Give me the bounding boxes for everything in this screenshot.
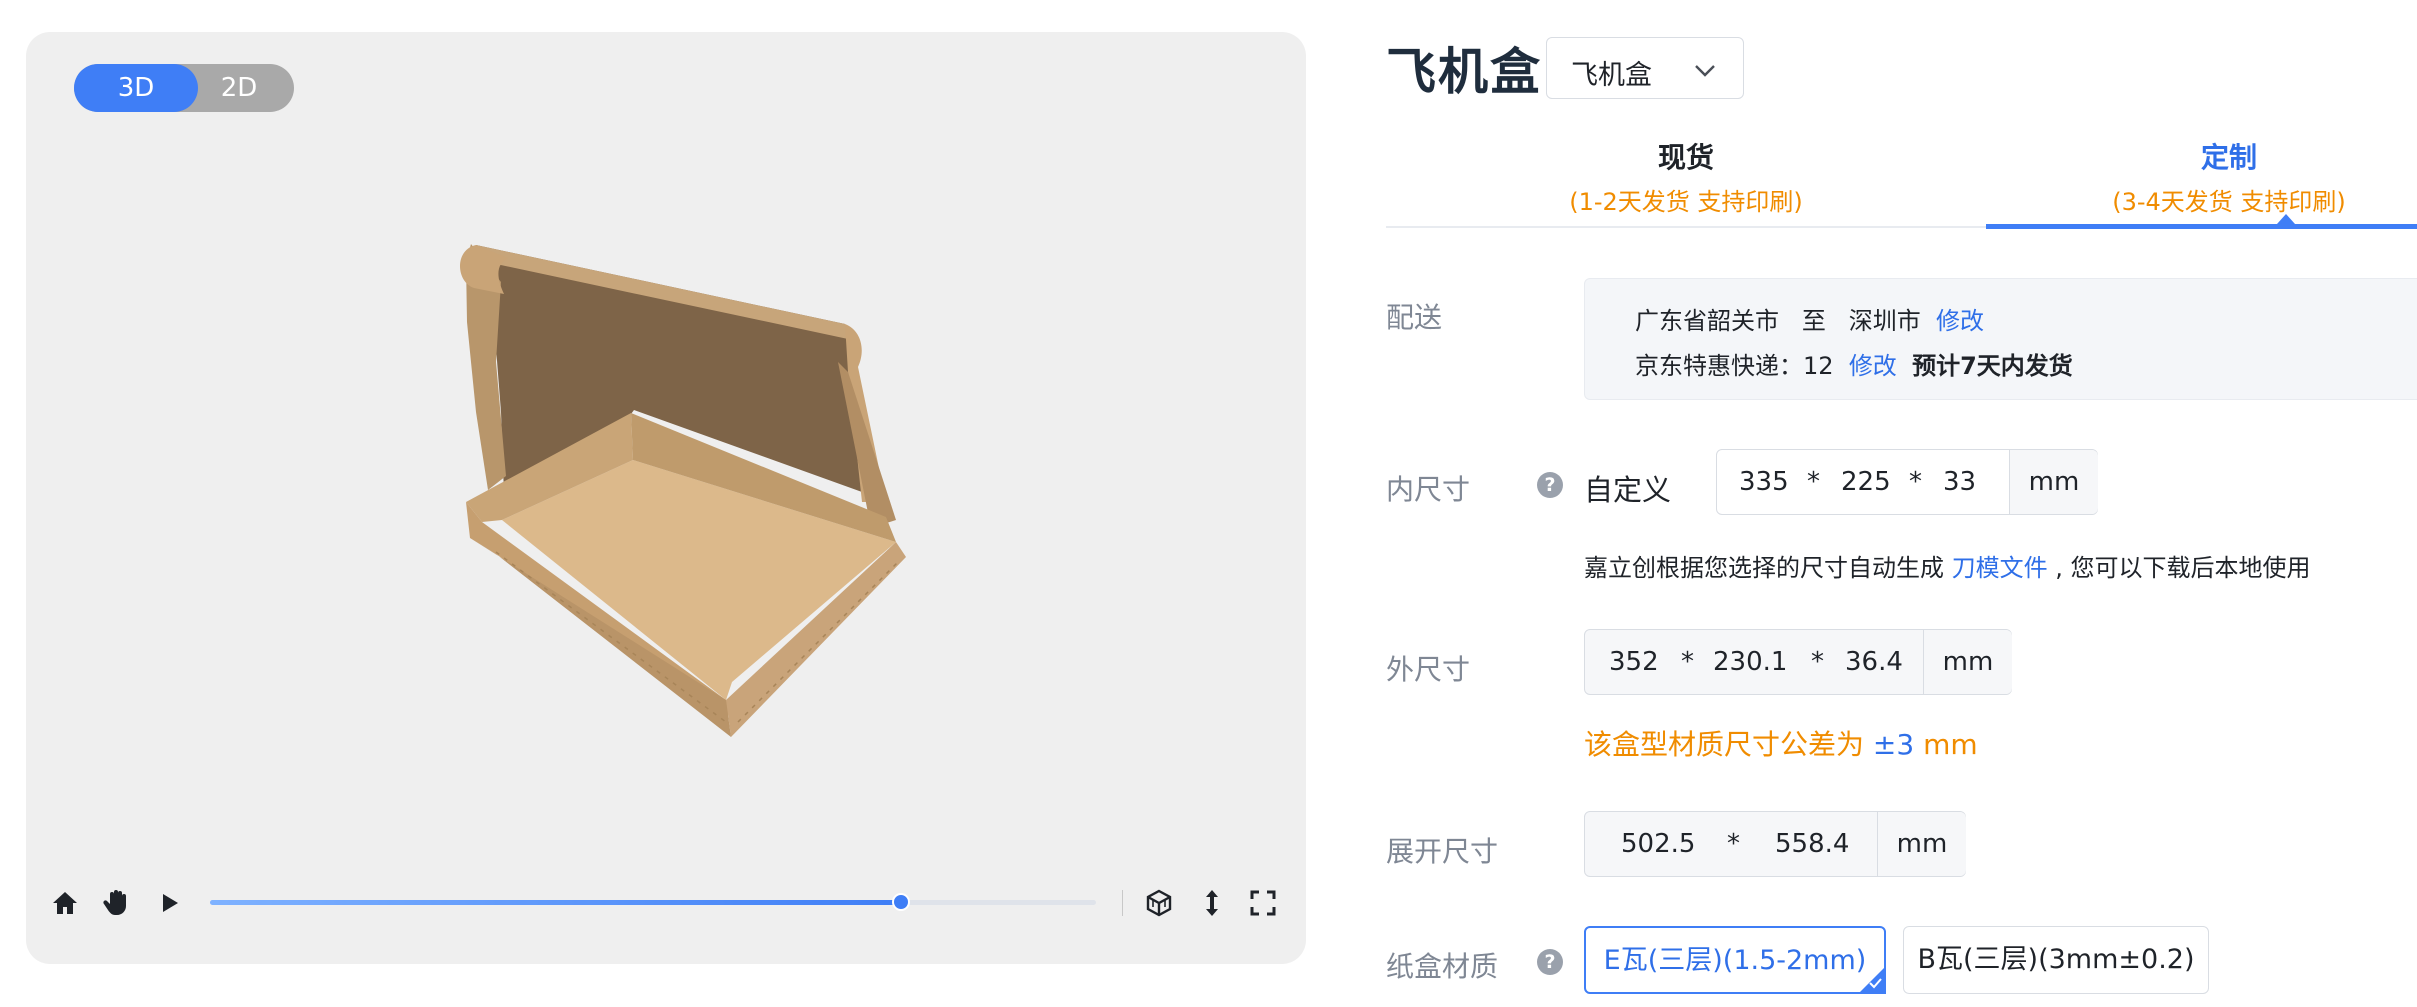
material-label: 纸盒材质 bbox=[1386, 950, 1499, 983]
unfold-width: 558.4 bbox=[1775, 829, 1850, 859]
die-cut-note-suffix: , 您可以下载后本地使用 bbox=[2055, 554, 2311, 582]
delivery-to: 深圳市 bbox=[1848, 307, 1921, 335]
product-type-select[interactable]: 飞机盒 bbox=[1546, 37, 1744, 99]
chevron-down-icon bbox=[1695, 65, 1715, 77]
inner-width-input[interactable]: 225 bbox=[1841, 450, 1891, 514]
outer-size-label: 外尺寸 bbox=[1386, 653, 1471, 686]
home-icon[interactable] bbox=[50, 888, 80, 918]
change-route-link[interactable]: 修改 bbox=[1936, 307, 1984, 335]
delivery-eta: 预计7天内发货 bbox=[1912, 352, 2073, 380]
delivery-info-box: 广东省韶关市 至 深圳市 修改 京东特惠快递：12 修改 预计7天内发货 bbox=[1584, 278, 2417, 400]
mailer-box-model[interactable] bbox=[26, 32, 1306, 882]
delivery-from: 广东省韶关市 bbox=[1635, 307, 1779, 335]
check-icon bbox=[1869, 978, 1882, 989]
outer-sep-2: * bbox=[1811, 647, 1824, 677]
tab-in-stock-title: 现货 bbox=[1657, 141, 1714, 174]
cube-icon[interactable] bbox=[1144, 888, 1174, 918]
inner-height-input[interactable]: 33 bbox=[1943, 450, 1976, 514]
unfold-length: 502.5 bbox=[1621, 829, 1696, 859]
tab-custom[interactable]: 定制 (3-4天发货 支持印刷) bbox=[1986, 132, 2417, 229]
unfold-size-label: 展开尺寸 bbox=[1386, 835, 1499, 868]
change-courier-link[interactable]: 修改 bbox=[1849, 352, 1897, 380]
delivery-label: 配送 bbox=[1386, 301, 1443, 334]
unfold-unit: mm bbox=[1877, 812, 1966, 876]
controls-divider bbox=[1122, 890, 1123, 916]
vertical-arrows-icon[interactable] bbox=[1197, 888, 1227, 918]
delivery-to-word: 至 bbox=[1801, 307, 1826, 335]
unfold-size-display: 502.5 * 558.4 mm bbox=[1584, 811, 1966, 877]
die-cut-note: 嘉立创根据您选择的尺寸自动生成 刀模文件 , 您可以下载后本地使用 bbox=[1584, 548, 2311, 583]
material-help-icon[interactable]: ? bbox=[1537, 949, 1563, 975]
outer-length: 352 bbox=[1609, 647, 1659, 677]
inner-size-label: 内尺寸 bbox=[1386, 473, 1471, 506]
timeline-handle[interactable] bbox=[892, 893, 911, 911]
delivery-route: 广东省韶关市 至 深圳市 修改 bbox=[1635, 301, 1984, 336]
active-tab-indicator bbox=[1986, 224, 2417, 229]
viewer-controls bbox=[26, 880, 1306, 924]
inner-sep-1: * bbox=[1807, 467, 1820, 497]
pan-hand-icon[interactable] bbox=[101, 888, 131, 918]
tolerance-note: 该盒型材质尺寸公差为 ±3 mm bbox=[1584, 723, 1978, 763]
order-type-tabs: 现货 (1-2天发货 支持印刷) 定制 (3-4天发货 支持印刷) bbox=[1386, 132, 2417, 229]
delivery-courier: 京东特惠快递：12 修改 预计7天内发货 bbox=[1635, 346, 2073, 381]
material-option-e-flute-label: E瓦(三层)(1.5-2mm) bbox=[1603, 945, 1867, 976]
material-option-b-flute[interactable]: B瓦(三层)(3mm±0.2) bbox=[1903, 926, 2209, 994]
inner-sep-2: * bbox=[1909, 467, 1922, 497]
inner-size-inputs: 335 * 225 * 33 mm bbox=[1716, 449, 2098, 515]
inner-size-help-icon[interactable]: ? bbox=[1537, 472, 1563, 498]
outer-unit: mm bbox=[1923, 630, 2012, 694]
play-icon[interactable] bbox=[154, 888, 184, 918]
inner-size-mode: 自定义 bbox=[1584, 473, 1672, 507]
outer-height: 36.4 bbox=[1845, 647, 1903, 677]
active-tab-caret bbox=[2277, 214, 2295, 224]
tolerance-unit: mm bbox=[1923, 728, 1978, 761]
tab-custom-title: 定制 bbox=[2200, 141, 2257, 174]
tab-custom-subtitle: (3-4天发货 支持印刷) bbox=[2112, 188, 2346, 216]
inner-length-input[interactable]: 335 bbox=[1739, 450, 1789, 514]
timeline-fill bbox=[210, 900, 902, 905]
tab-in-stock[interactable]: 现货 (1-2天发货 支持印刷) bbox=[1386, 132, 1986, 229]
die-cut-note-text: 嘉立创根据您选择的尺寸自动生成 bbox=[1584, 554, 1944, 582]
inner-unit: mm bbox=[2009, 450, 2098, 514]
product-select-value: 飞机盒 bbox=[1571, 60, 1652, 91]
die-cut-file-link[interactable]: 刀模文件 bbox=[1952, 554, 2048, 582]
material-option-e-flute[interactable]: E瓦(三层)(1.5-2mm) bbox=[1584, 926, 1886, 994]
unfold-sep: * bbox=[1727, 829, 1740, 859]
outer-size-display: 352 * 230.1 * 36.4 mm bbox=[1584, 629, 2012, 695]
timeline-slider[interactable] bbox=[210, 893, 1096, 911]
courier-name: 京东特惠快递：12 bbox=[1635, 352, 1834, 380]
tolerance-text: 该盒型材质尺寸公差为 bbox=[1584, 728, 1865, 761]
fullscreen-icon[interactable] bbox=[1248, 888, 1278, 918]
outer-width: 230.1 bbox=[1713, 647, 1788, 677]
box-3d-viewer[interactable]: 2D 3D bbox=[26, 32, 1306, 964]
product-title: 飞机盒 bbox=[1386, 43, 1542, 101]
tab-in-stock-subtitle: (1-2天发货 支持印刷) bbox=[1569, 188, 1803, 216]
material-option-b-flute-label: B瓦(三层)(3mm±0.2) bbox=[1917, 944, 2195, 975]
outer-sep-1: * bbox=[1681, 647, 1694, 677]
tolerance-value: ±3 bbox=[1872, 728, 1915, 761]
